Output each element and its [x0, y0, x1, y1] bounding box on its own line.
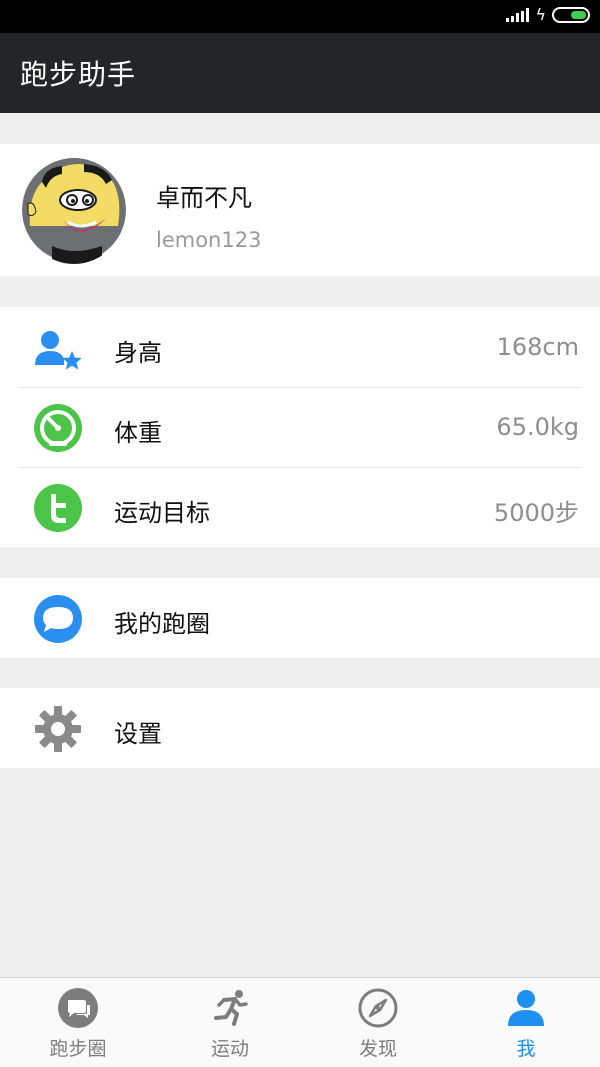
avatar[interactable] [22, 156, 126, 264]
settings-label: 设置 [114, 720, 162, 748]
stats-card: 身高 168cm 体重 65.0kg 运动目标 5000步 [0, 307, 600, 547]
person-icon [506, 988, 546, 1028]
profile-name: 卓而不凡 [156, 184, 252, 212]
goal-value: 5000步 [493, 499, 579, 527]
profile-card[interactable] [0, 144, 600, 276]
bottom-tab-bar: 跑步圈 运动 发现 我 [0, 977, 600, 1067]
tab-discover-label: 发现 [358, 1038, 397, 1060]
user-star-icon [33, 323, 83, 373]
tab-me-label: 我 [516, 1038, 536, 1060]
weight-row[interactable]: 体重 65.0kg [0, 387, 600, 467]
status-bar: ϟ [0, 0, 600, 33]
my-circle-label: 我的跑圈 [114, 610, 210, 638]
battery-level [571, 11, 586, 19]
my-circle-row[interactable]: 我的跑圈 [0, 578, 600, 658]
page-title: 跑步助手 [20, 58, 137, 91]
bolt-icon: ϟ [535, 5, 546, 24]
tab-sport[interactable]: 运动 [155, 978, 305, 1067]
battery-icon [552, 7, 590, 23]
height-value: 168cm [496, 333, 579, 361]
tab-sport-label: 运动 [210, 1038, 249, 1060]
settings-row[interactable]: 设置 [0, 688, 600, 768]
app-bar: 跑步助手 [0, 33, 600, 113]
tab-circle[interactable]: 跑步圈 [3, 978, 153, 1067]
settings-card: 设置 [0, 688, 600, 768]
signal-bars-icon [506, 8, 530, 22]
chat-bubble-icon [33, 594, 83, 644]
weight-value: 65.0kg [496, 413, 579, 441]
chat-icon [58, 988, 98, 1028]
tab-me[interactable]: 我 [451, 978, 600, 1067]
runner-icon [210, 988, 250, 1028]
height-label: 身高 [114, 339, 162, 367]
goal-row[interactable]: 运动目标 5000步 [0, 467, 600, 547]
twitter-t-icon [33, 483, 83, 533]
tab-discover[interactable]: 发现 [303, 978, 453, 1067]
goal-label: 运动目标 [114, 499, 210, 527]
weight-label: 体重 [114, 419, 162, 447]
tab-circle-label: 跑步圈 [49, 1038, 107, 1060]
profile-username: lemon123 [156, 228, 262, 252]
height-row[interactable]: 身高 168cm [0, 307, 600, 387]
gear-icon [33, 704, 83, 754]
speedometer-icon [33, 403, 83, 453]
my-circle-card: 我的跑圈 [0, 578, 600, 658]
compass-icon [358, 988, 398, 1028]
